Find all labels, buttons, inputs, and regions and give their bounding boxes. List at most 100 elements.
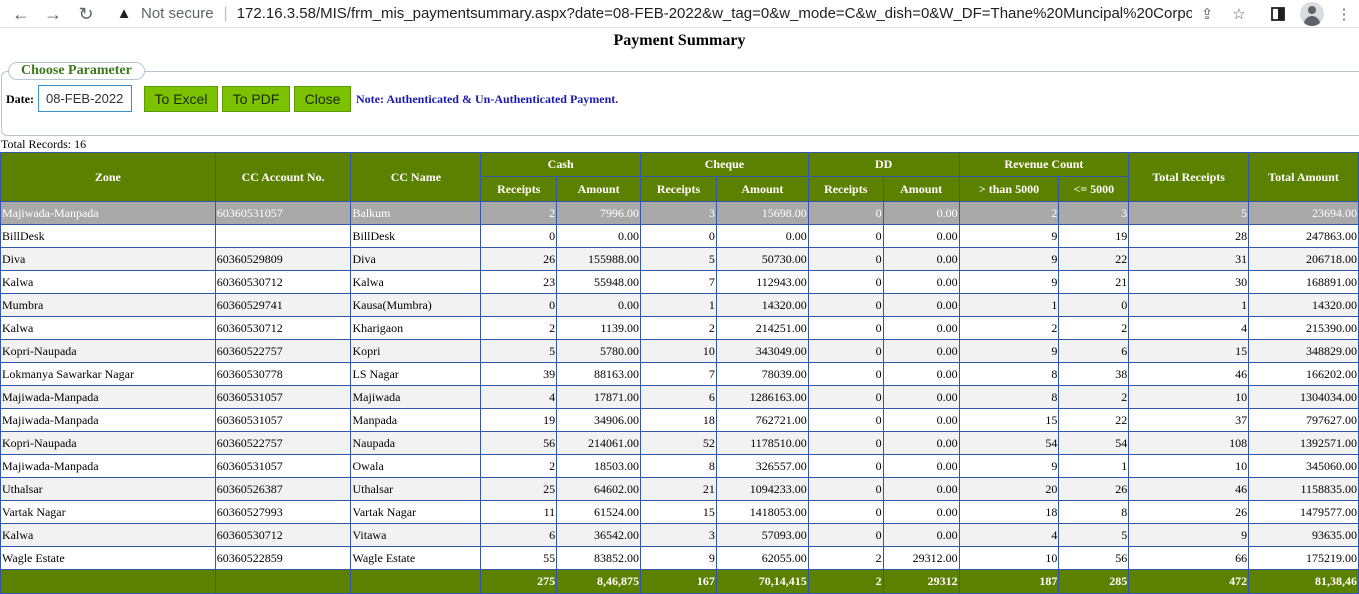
header-dd-receipts[interactable]: Receipts — [807, 176, 884, 202]
cell-gt-5000: 2 — [958, 201, 1060, 225]
header-cash: Cash — [480, 152, 642, 177]
cell-gt-5000: 9 — [958, 270, 1060, 294]
cell-cash-receipts: 2 — [480, 201, 558, 225]
header-revenue-count: Revenue Count — [958, 152, 1130, 177]
table-row[interactable]: Kopri-Naupada 60360522757 Kopri 5 5780.00 10 3… — [0, 339, 1359, 363]
cell-le-5000: 19 — [1058, 224, 1130, 248]
table-row[interactable]: Mumbra 60360529741 Kausa(Mumbra) 0 0.00 1 1432… — [0, 293, 1359, 317]
table-row[interactable]: Diva 60360529809 Diva 26 155988.00 5 50730.00 0… — [0, 247, 1359, 271]
cell-dd-amount: 0.00 — [882, 408, 960, 432]
table-row[interactable]: Majiwada-Manpada 60360531057 Manpada 19 3490… — [0, 408, 1359, 432]
address-divider: | — [223, 4, 228, 22]
table-row[interactable]: Wagle Estate 60360522859 Wagle Estate 55 838… — [0, 546, 1359, 570]
table-row[interactable]: BillDesk BillDesk 0 0.00 0 0.00 0 0.00 9 19 28 2478… — [0, 224, 1359, 248]
back-arrow-icon[interactable]: ← — [10, 3, 32, 25]
cell-cc-name: Kharigaon — [350, 316, 482, 340]
table-row[interactable]: Lokmanya Sawarkar Nagar 60360530778 LS Nag… — [0, 362, 1359, 386]
table-row[interactable]: Uthalsar 60360526387 Uthalsar 25 64602.00 21 1… — [0, 477, 1359, 501]
url-text[interactable]: 172.16.3.58/MIS/frm_mis_paymentsummary.a… — [237, 5, 1192, 22]
cell-dd-receipts: 0 — [807, 385, 884, 409]
cell-cheque-receipts: 8 — [640, 454, 717, 478]
to-excel-button[interactable]: To Excel — [144, 86, 218, 112]
cell-cash-amount: 155988.00 — [556, 247, 642, 271]
parameter-legend: Choose Parameter — [8, 62, 145, 80]
cell-dd-receipts: 0 — [807, 477, 884, 501]
cell-le-5000: 1 — [1058, 454, 1130, 478]
header-cash-amount[interactable]: Amount — [556, 176, 642, 202]
table-row[interactable]: Vartak Nagar 60360527993 Vartak Nagar 11 615… — [0, 500, 1359, 524]
cell-cheque-receipts: 7 — [640, 362, 717, 386]
cell-total-receipts: 46 — [1128, 362, 1250, 386]
cell-cash-amount: 0.00 — [556, 293, 642, 317]
cell-cheque-amount: 0.00 — [715, 224, 809, 248]
header-gt-5000[interactable]: > than 5000 — [958, 176, 1060, 202]
cell-cash-receipts: 6 — [480, 523, 558, 547]
total-records: Total Records: 16 — [1, 137, 87, 151]
cell-dd-amount: 0.00 — [882, 500, 960, 524]
address-bar[interactable]: ▲ Not secure | 172.16.3.58/MIS/frm_mis_p… — [103, 0, 1263, 27]
cell-zone: Kopri-Naupada — [0, 339, 216, 363]
cell-cc-account — [214, 224, 352, 248]
side-panel-icon[interactable] — [1268, 4, 1288, 24]
close-button[interactable]: Close — [294, 86, 351, 112]
header-cheque-receipts[interactable]: Receipts — [640, 176, 717, 202]
cell-cash-receipts: 2 — [480, 316, 558, 340]
warning-icon[interactable]: ▲ — [113, 5, 135, 22]
cell-cc-account: 60360531057 — [214, 454, 352, 478]
share-icon[interactable]: ⇪ — [1197, 4, 1217, 24]
cell-dd-amount: 0.00 — [882, 454, 960, 478]
cell-total-amount: 247863.00 — [1248, 224, 1359, 248]
cell-cheque-receipts: 15 — [640, 500, 717, 524]
cell-cc-account: 60360531057 — [214, 385, 352, 409]
cell-total-receipts: 26 — [1128, 500, 1250, 524]
cell-total-receipts: 30 — [1128, 270, 1250, 294]
cell-total-amount: 168891.00 — [1248, 270, 1359, 294]
cell-cash-amount: 55948.00 — [556, 270, 642, 294]
cell-total-receipts: 9 — [1128, 523, 1250, 547]
to-pdf-button[interactable]: To PDF — [222, 86, 290, 112]
total-cc-name — [350, 569, 482, 594]
profile-avatar-icon[interactable] — [1300, 2, 1324, 26]
more-menu-icon[interactable]: ⋮ — [1334, 4, 1354, 24]
header-total-receipts[interactable]: Total Receipts — [1128, 152, 1250, 202]
table-row[interactable]: Kalwa 60360530712 Vitawa 6 36542.00 3 57093.00… — [0, 523, 1359, 547]
cell-cash-receipts: 2 — [480, 454, 558, 478]
security-label[interactable]: Not secure — [141, 5, 214, 22]
forward-arrow-icon[interactable]: → — [42, 3, 64, 25]
table-row[interactable]: Kalwa 60360530712 Kalwa 23 55948.00 7 112943.0… — [0, 270, 1359, 294]
cell-gt-5000: 8 — [958, 385, 1060, 409]
header-total-amount[interactable]: Total Amount — [1248, 152, 1359, 202]
payment-note: Note: Authenticated & Un-Authenticated P… — [356, 92, 619, 106]
cell-gt-5000: 8 — [958, 362, 1060, 386]
cell-total-amount: 1392571.00 — [1248, 431, 1359, 455]
table-row[interactable]: Majiwada-Manpada 60360531057 Majiwada 4 1787… — [0, 385, 1359, 409]
header-cheque: Cheque — [640, 152, 809, 177]
date-input[interactable] — [38, 85, 132, 112]
cell-cash-amount: 34906.00 — [556, 408, 642, 432]
cell-dd-receipts: 0 — [807, 247, 884, 271]
header-cc-account[interactable]: CC Account No. — [214, 152, 352, 202]
cell-gt-5000: 9 — [958, 247, 1060, 271]
header-le-5000[interactable]: <= 5000 — [1058, 176, 1130, 202]
table-row[interactable]: Majiwada-Manpada 60360531057 Owala 2 18503.0… — [0, 454, 1359, 478]
cell-dd-receipts: 0 — [807, 500, 884, 524]
table-row[interactable]: Kopri-Naupada 60360522757 Naupada 56 214061.… — [0, 431, 1359, 455]
cell-cheque-amount: 1178510.00 — [715, 431, 809, 455]
cell-cheque-amount: 214251.00 — [715, 316, 809, 340]
cell-dd-receipts: 2 — [807, 546, 884, 570]
total-cheque-amount: 70,14,415 — [715, 569, 809, 594]
reload-icon[interactable]: ↻ — [75, 3, 97, 25]
header-cheque-amount[interactable]: Amount — [715, 176, 809, 202]
cell-le-5000: 3 — [1058, 201, 1130, 225]
header-cash-receipts[interactable]: Receipts — [480, 176, 558, 202]
cell-cash-amount: 83852.00 — [556, 546, 642, 570]
cell-zone: Uthalsar — [0, 477, 216, 501]
cell-gt-5000: 20 — [958, 477, 1060, 501]
header-zone[interactable]: Zone — [0, 152, 216, 202]
cell-cash-receipts: 26 — [480, 247, 558, 271]
header-dd-amount[interactable]: Amount — [882, 176, 960, 202]
bookmark-star-icon[interactable]: ☆ — [1229, 4, 1249, 24]
table-row[interactable]: Majiwada-Manpada 60360531057 Balkum 2 7996.0… — [0, 201, 1359, 225]
table-row[interactable]: Kalwa 60360530712 Kharigaon 2 1139.00 2 214251… — [0, 316, 1359, 340]
header-cc-name[interactable]: CC Name — [350, 152, 482, 202]
